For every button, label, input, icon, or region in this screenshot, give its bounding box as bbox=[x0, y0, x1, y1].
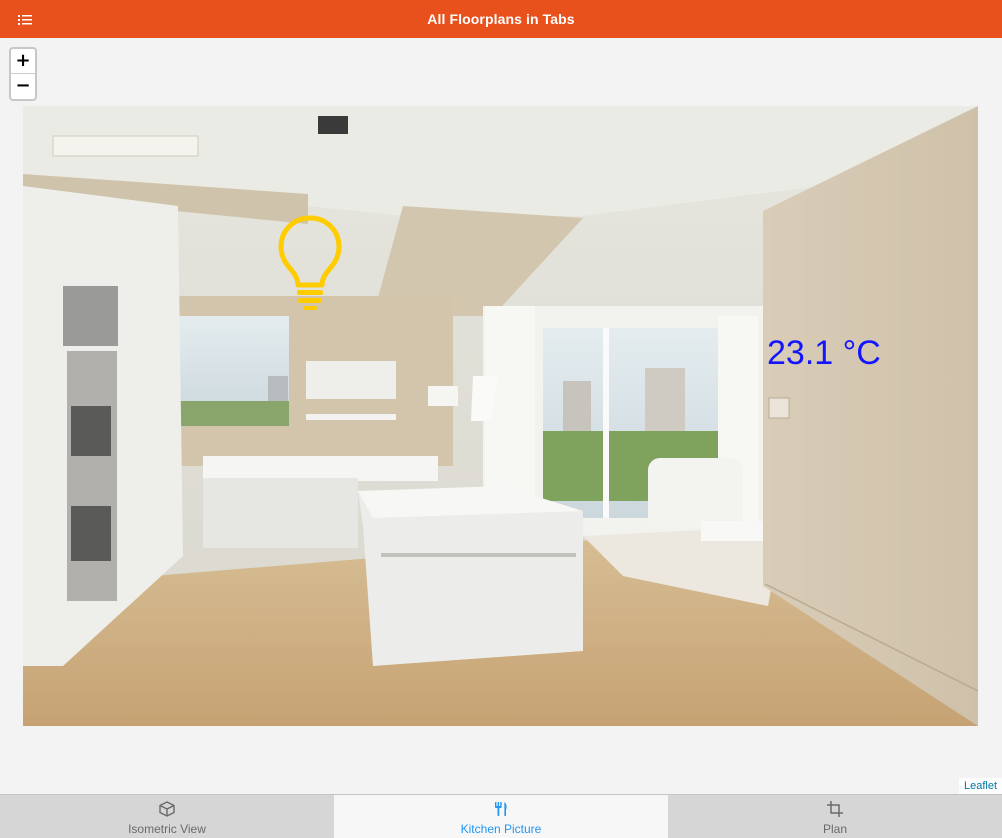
tab-label: Kitchen Picture bbox=[460, 822, 542, 836]
cube-icon bbox=[159, 801, 175, 817]
zoom-control: + − bbox=[9, 47, 37, 101]
app-header: All Floorplans in Tabs bbox=[0, 0, 1002, 38]
page-title: All Floorplans in Tabs bbox=[427, 11, 575, 27]
zoom-in-button[interactable]: + bbox=[11, 49, 35, 74]
kitchen-illustration bbox=[23, 106, 978, 726]
lightbulb-icon[interactable] bbox=[275, 212, 345, 310]
zoom-out-button[interactable]: − bbox=[11, 74, 35, 99]
bottom-tab-bar: Isometric View Kitchen Picture Plan bbox=[0, 794, 1002, 838]
tab-label: Plan bbox=[822, 822, 848, 836]
tab-isometric-view[interactable]: Isometric View bbox=[0, 795, 334, 838]
leaflet-attribution-link[interactable]: Leaflet bbox=[958, 778, 1002, 794]
crop-icon bbox=[827, 801, 843, 817]
tab-kitchen-picture[interactable]: Kitchen Picture bbox=[334, 795, 668, 838]
temperature-readout[interactable]: 23.1 °C bbox=[767, 334, 881, 373]
tab-label: Isometric View bbox=[128, 822, 206, 836]
floorplan-map[interactable]: + − 23.1 °C Leaflet bbox=[0, 38, 1002, 794]
tab-plan[interactable]: Plan bbox=[668, 795, 1002, 838]
utensils-icon bbox=[495, 802, 507, 816]
kitchen-picture: 23.1 °C bbox=[23, 106, 978, 726]
